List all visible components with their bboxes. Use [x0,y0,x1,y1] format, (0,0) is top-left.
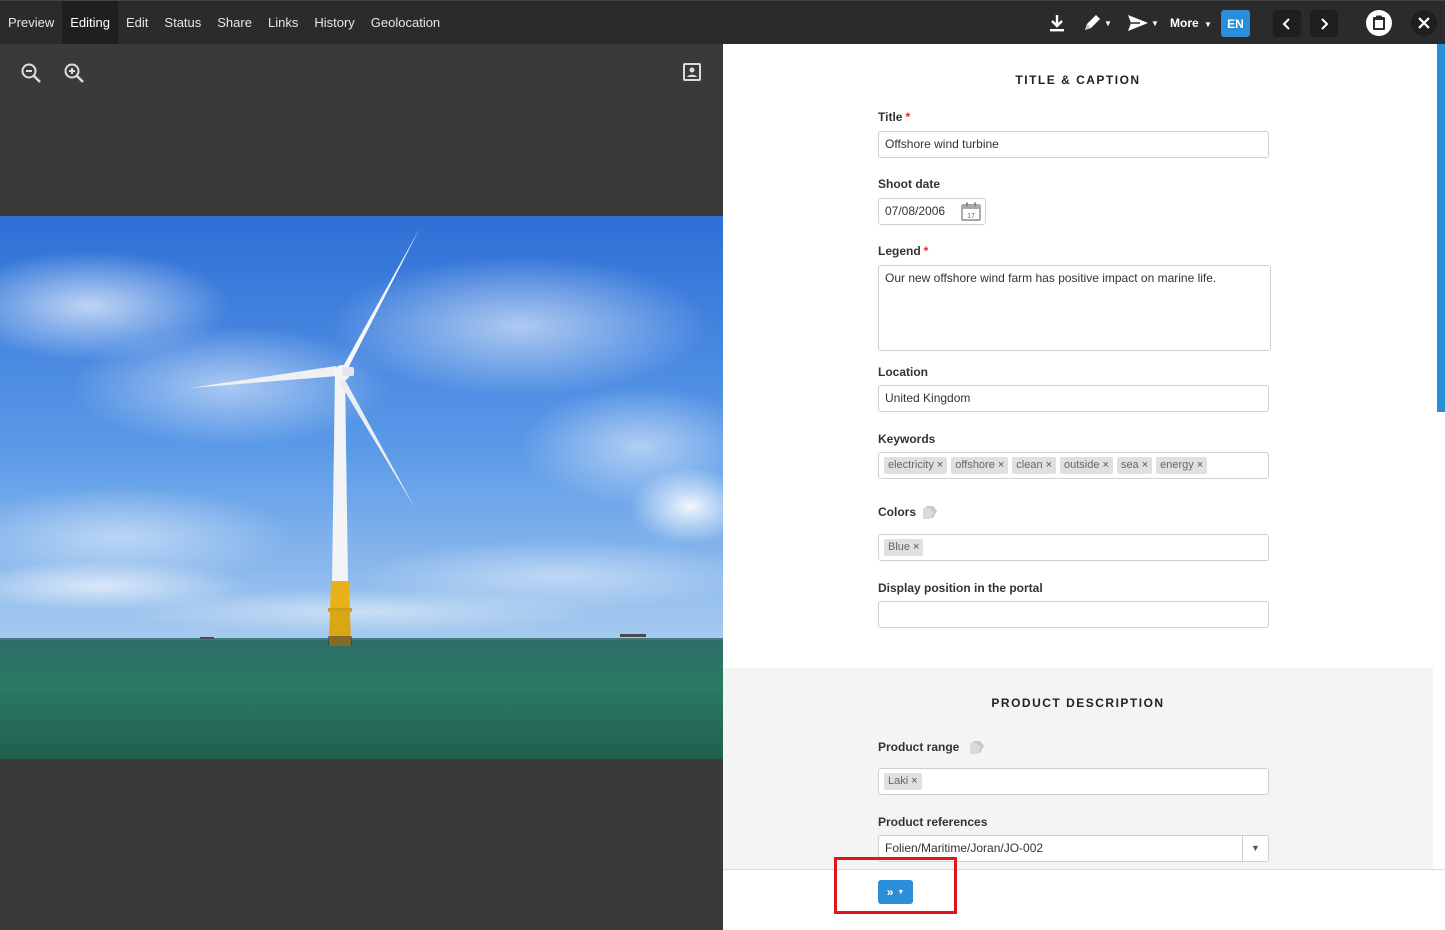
remove-icon[interactable]: × [911,775,917,787]
chevron-right-icon [1321,17,1329,30]
keywords-label: Keywords [878,432,936,446]
download-icon [1050,15,1064,32]
title-input[interactable]: Offshore wind turbine [878,131,1269,158]
color-chip[interactable]: Blue × [884,539,924,556]
top-toolbar: Preview Editing Edit Status Share Links … [0,0,1445,44]
tab-share[interactable]: Share [209,1,260,44]
more-menu-button[interactable]: More ▼ [1170,1,1212,45]
clipboard-icon [1373,15,1385,30]
pencil-icon [1085,15,1101,30]
close-button[interactable] [1411,10,1437,36]
keywords-input[interactable]: electricity × offshore × clean × outside × s… [878,452,1269,479]
legend-textarea[interactable]: Our new offshore wind farm has positive … [878,265,1271,351]
send-menu-button[interactable]: ▼ [1125,11,1161,35]
section-title-product: PRODUCT DESCRIPTION [991,696,1165,710]
shoot-date-value: 07/08/2006 [885,204,946,218]
zoom-out-button[interactable] [20,62,42,84]
product-references-select[interactable]: Folien/Maritime/Joran/JO-002 ▼ [878,835,1269,862]
send-icon [1128,15,1149,31]
chevron-down-icon: ▼ [1204,20,1212,29]
previous-button[interactable] [1273,10,1301,37]
product-range-chip[interactable]: Laki × [884,773,922,790]
keyword-chip[interactable]: outside × [1060,457,1113,474]
tags-icon[interactable] [969,740,985,754]
chevron-down-icon: ▼ [1151,18,1159,28]
remove-icon[interactable]: × [937,459,943,471]
svg-text:17: 17 [967,213,975,220]
remove-icon[interactable]: × [1046,459,1052,471]
tab-history[interactable]: History [306,1,362,44]
display-position-label: Display position in the portal [878,581,1043,595]
calendar-icon[interactable]: 17 [961,202,981,221]
legend-label: Legend * [878,244,929,258]
chevron-down-icon: ▼ [897,888,905,896]
section-title-caption: TITLE & CAPTION [1015,73,1141,87]
tags-icon[interactable] [922,505,938,519]
tab-status[interactable]: Status [156,1,209,44]
location-label: Location [878,365,928,379]
chevron-down-icon[interactable]: ▼ [1242,836,1268,861]
remove-icon[interactable]: × [998,459,1004,471]
portrait-icon [683,63,701,81]
product-range-input[interactable]: Laki × [878,768,1269,795]
tab-preview[interactable]: Preview [0,1,62,44]
remove-icon[interactable]: × [913,541,919,553]
panel-scrollbar[interactable] [1437,44,1445,412]
keyword-chip[interactable]: electricity × [884,457,948,474]
download-button[interactable] [1045,11,1069,35]
tab-editing[interactable]: Editing [62,1,118,44]
zoom-in-icon [64,63,84,83]
product-references-label: Product references [878,815,988,829]
footer-bar: » ▼ [723,869,1445,930]
fullscreen-button[interactable] [682,62,704,84]
keyword-chip[interactable]: offshore × [951,457,1009,474]
language-button[interactable]: EN [1221,10,1250,37]
zoom-out-icon [21,63,41,83]
colors-input[interactable]: Blue × [878,534,1269,561]
chevron-left-icon [1282,17,1290,30]
product-range-label: Product range [878,740,960,754]
chevron-down-icon: ▼ [1104,18,1112,28]
keyword-chip[interactable]: clean × [1012,457,1057,474]
location-input[interactable]: United Kingdom [878,385,1269,412]
close-icon [1418,17,1430,29]
tab-links[interactable]: Links [260,1,306,44]
tab-edit[interactable]: Edit [118,1,156,44]
tab-bar: Preview Editing Edit Status Share Links … [0,1,448,45]
shoot-date-input[interactable]: 07/08/2006 17 [878,198,986,225]
product-references-value: Folien/Maritime/Joran/JO-002 [885,841,1044,855]
tab-geolocation[interactable]: Geolocation [363,1,448,44]
keyword-chip[interactable]: energy × [1156,457,1208,474]
actions-label: » [886,885,894,899]
actions-dropdown-button[interactable]: » ▼ [878,880,913,904]
shoot-date-label: Shoot date [878,177,940,191]
next-button[interactable] [1310,10,1338,37]
remove-icon[interactable]: × [1197,459,1203,471]
clipboard-button[interactable] [1366,10,1392,36]
display-position-input[interactable] [878,601,1269,628]
remove-icon[interactable]: × [1142,459,1148,471]
image-preview-area [0,44,724,930]
title-label: Title * [878,110,911,124]
wind-turbine-photo [0,216,724,759]
remove-icon[interactable]: × [1103,459,1109,471]
colors-label: Colors [878,505,917,519]
more-label: More [1170,16,1199,30]
edit-menu-button[interactable]: ▼ [1081,11,1113,35]
metadata-panel: TITLE & CAPTION Title * Offshore wind tur… [723,44,1445,869]
keyword-chip[interactable]: sea × [1116,457,1153,474]
zoom-in-button[interactable] [63,62,85,84]
